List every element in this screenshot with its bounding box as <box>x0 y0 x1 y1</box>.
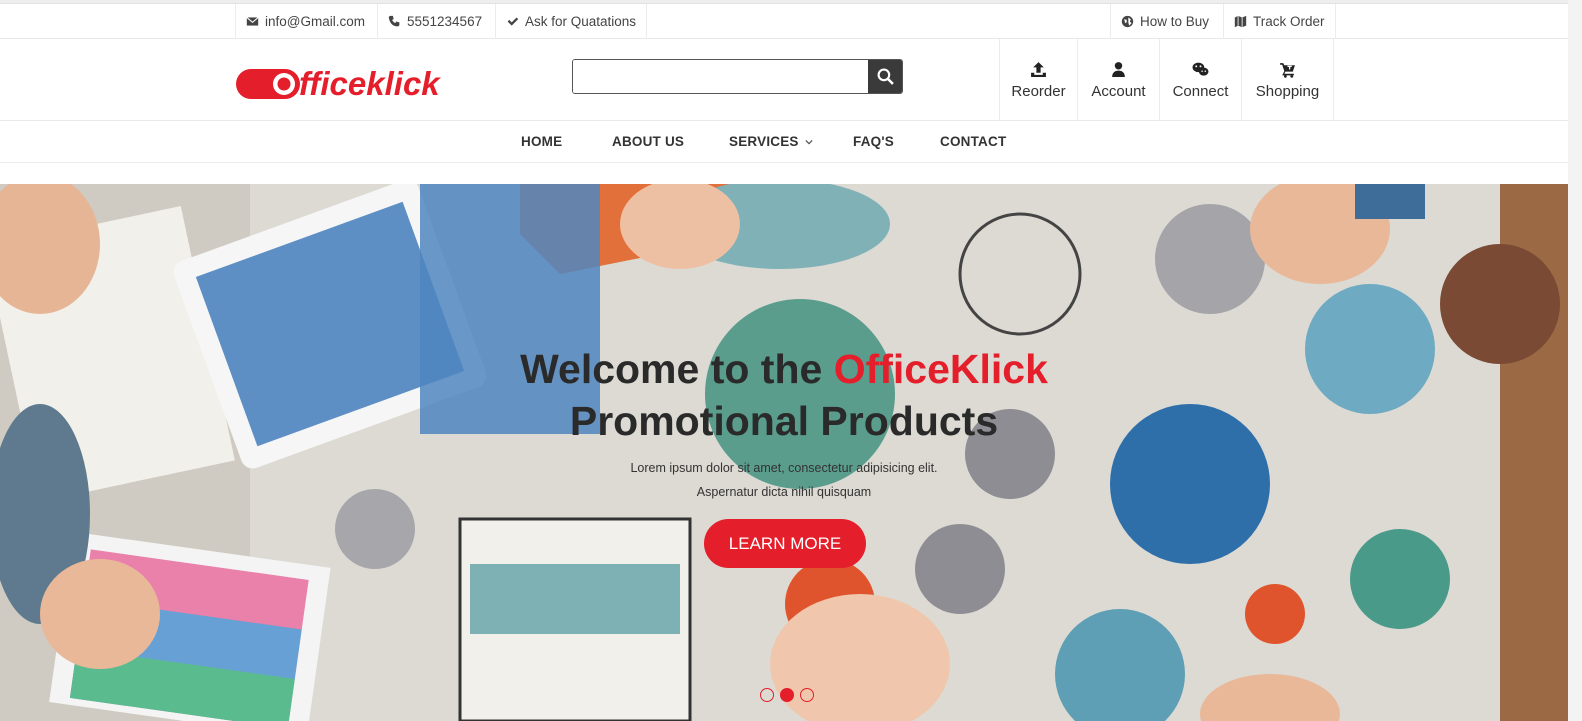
officeklick-logo[interactable]: fficeklick <box>236 66 468 102</box>
wechat-icon <box>1192 62 1209 76</box>
hero-title-line1: Welcome to the OfficeKlick <box>0 344 1568 394</box>
nav-faqs[interactable]: FAQ'S <box>853 121 894 163</box>
track-order-text: Track Order <box>1253 14 1325 29</box>
search-button[interactable] <box>868 60 902 93</box>
phone-text: 5551234567 <box>407 14 483 29</box>
nav-contact[interactable]: CONTACT <box>940 121 1006 163</box>
quote-link[interactable]: Ask for Quatations <box>495 4 648 39</box>
nav-services[interactable]: SERVICES <box>729 121 813 163</box>
quote-text: Ask for Quatations <box>525 14 637 29</box>
cart-icon <box>1280 62 1295 78</box>
main-nav: HOME ABOUT US SERVICES FAQ'S CONTACT <box>0 121 1582 163</box>
connect-button[interactable]: Connect <box>1159 39 1241 121</box>
nav-about-us[interactable]: ABOUT US <box>612 121 684 163</box>
globe-icon <box>1121 15 1134 28</box>
hero-subtitle-line1: Lorem ipsum dolor sit amet, consectetur … <box>630 461 938 475</box>
email-text: info@Gmail.com <box>265 14 365 29</box>
user-icon <box>1112 61 1125 77</box>
site-header: fficeklick Reorder Account Connect Shopp… <box>0 39 1582 121</box>
reorder-label: Reorder <box>1011 82 1066 100</box>
hero-slider: Welcome to the OfficeKlick Promotional P… <box>0 184 1568 721</box>
envelope-icon <box>246 17 259 26</box>
search-bar <box>572 59 903 94</box>
top-bar: info@Gmail.com 5551234567 Ask for Quatat… <box>0 4 1582 39</box>
connect-label: Connect <box>1172 82 1229 100</box>
chevron-down-icon <box>804 139 813 145</box>
nav-home[interactable]: HOME <box>521 121 562 163</box>
shopping-button[interactable]: Shopping <box>1241 39 1334 121</box>
learn-more-button[interactable]: LEARN MORE <box>704 519 866 568</box>
account-button[interactable]: Account <box>1077 39 1159 121</box>
check-icon <box>507 17 519 26</box>
hero-background-image <box>0 184 1568 721</box>
hero-subtitle-line2: Aspernatur dicta nihil quisquam <box>696 485 872 499</box>
phone-link[interactable]: 5551234567 <box>377 4 492 39</box>
slider-dot-3[interactable] <box>800 688 814 702</box>
email-link[interactable]: info@Gmail.com <box>235 4 375 39</box>
how-to-buy-text: How to Buy <box>1140 14 1210 29</box>
account-label: Account <box>1091 82 1146 100</box>
upload-icon <box>1031 61 1046 77</box>
track-order-link[interactable]: Track Order <box>1223 4 1336 39</box>
hero-title-part1: Welcome to the <box>520 346 823 392</box>
slider-dot-1[interactable] <box>760 688 774 702</box>
nav-services-label: SERVICES <box>729 134 799 149</box>
shopping-label: Shopping <box>1255 82 1320 100</box>
map-icon <box>1234 15 1247 28</box>
hero-title-line2: Promotional Products <box>569 398 999 444</box>
reorder-button[interactable]: Reorder <box>999 39 1077 121</box>
search-input[interactable] <box>573 60 868 93</box>
hero-title-accent: OfficeKlick <box>833 346 1048 392</box>
page-scrollbar[interactable] <box>1568 0 1582 721</box>
how-to-buy-link[interactable]: How to Buy <box>1110 4 1219 39</box>
slider-dot-2[interactable] <box>780 688 794 702</box>
logo-text: fficeklick <box>299 66 441 102</box>
search-icon <box>877 68 894 85</box>
phone-icon <box>388 15 400 27</box>
